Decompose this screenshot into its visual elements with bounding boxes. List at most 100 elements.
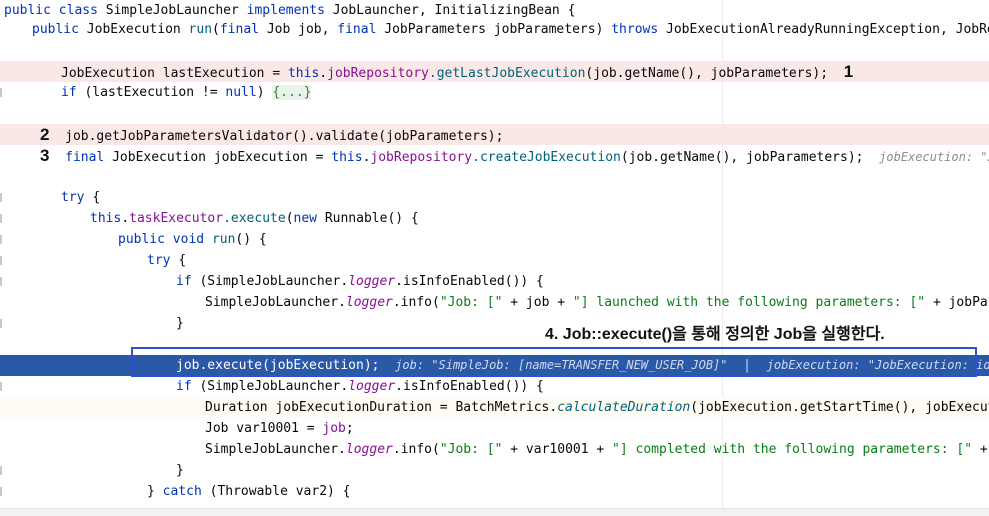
field-name: taskExecutor [129,211,224,226]
keyword: this [331,150,363,165]
method-name: .getLastJobExecution [428,66,586,81]
code-line-1[interactable]: public class SimpleJobLauncher implement… [0,0,989,21]
field-name: jobRepository [370,150,473,165]
gutter-marker [0,487,2,496]
code-line-18[interactable]: SimpleJobLauncher.logger.info("Job: [" +… [0,439,989,460]
gutter-marker [0,235,2,244]
code-line-10[interactable]: try { [0,250,989,271]
code-text: ; [345,421,354,436]
code-line-15[interactable]: if (SimpleJobLauncher.logger.isInfoEnabl… [0,376,989,397]
code-editor[interactable]: public class SimpleJobLauncher implement… [0,0,989,516]
code-text: JobExecution lastExecution = [61,66,281,81]
code-line-11[interactable]: if (SimpleJobLauncher.logger.isInfoEnabl… [0,271,989,292]
code-line-5[interactable]: 2 job.getJobParametersValidator().valida… [0,124,989,145]
code-text: (job.getName(), jobParameters); [620,150,864,165]
code-text: SimpleJobLauncher. [205,295,346,310]
code-text: JobLauncher, InitializingBean { [332,3,576,18]
code-text: (lastExecution != [84,85,218,100]
keyword: public [118,232,165,247]
keyword: new [293,211,317,226]
string-literal: "] launched with the following parameter… [572,295,926,310]
code-text: .isInfoEnabled()) { [395,379,544,394]
method-name: .createJobExecution [472,150,621,165]
string-literal: "] completed with the following paramete… [612,442,973,457]
code-line-7[interactable]: try { [0,187,989,208]
code-text: ( [285,211,294,226]
code-text: .info( [392,442,440,457]
code-line-4[interactable]: if (lastExecution != null) {...} [0,82,989,103]
code-line-20[interactable]: } catch (Throwable var2) { [0,481,989,502]
gutter-marker [0,214,2,223]
code-text: ( [212,22,220,37]
field-name: jobRepository [327,66,429,81]
code-text: } [176,316,184,331]
keyword: try [147,253,171,268]
code-text: } [176,463,184,478]
code-text: .isInfoEnabled()) { [395,274,544,289]
code-text: + var10001 + [510,442,605,457]
code-text: ) [256,85,265,100]
code-line-12[interactable]: SimpleJobLauncher.logger.info("Job: [" +… [0,292,989,313]
code-text: Job var10001 = [205,421,315,436]
execution-highlight-box [131,347,977,377]
code-text: + jobParameters [979,442,988,457]
gutter-marker [0,382,2,391]
keyword: void [172,232,205,247]
code-text: + jobParameters + "]"); [932,295,989,310]
keyword: final [65,150,105,165]
keyword: final [337,22,377,37]
code-text: job.getJobParametersValidator().validate… [65,129,504,144]
field-name: logger [348,379,396,394]
keyword: if [176,274,192,289]
string-literal: "Job: [" [439,442,503,457]
code-text: SimpleJobLauncher. [205,442,346,457]
keyword: final [219,22,259,37]
gutter-marker [0,319,2,328]
method-name: run [211,232,236,247]
code-text: (jobExecution.getStartTime(), jobExecuti… [690,400,989,415]
step-number-3: 3 [40,146,50,165]
code-text: (SimpleJobLauncher. [199,379,349,394]
code-line-6[interactable]: 3 final JobExecution jobExecution = this… [0,145,989,166]
code-text: + job + [510,295,566,310]
code-text: { [92,190,101,205]
keyword: implements [246,3,325,18]
code-line-16[interactable]: Duration jobExecutionDuration = BatchMet… [0,397,989,418]
code-text: Job job, [266,22,330,37]
gutter-marker [0,466,2,475]
field-name: logger [345,442,393,457]
field-name: logger [345,295,393,310]
step-number-2: 2 [40,125,50,144]
code-line-2[interactable]: public JobExecution run(final Job job, f… [0,19,989,40]
code-text: JobExecution [86,22,181,37]
keyword: if [61,85,77,100]
code-text: (Throwable var2) { [209,484,351,499]
folded-code-block[interactable]: {...} [272,85,312,100]
keyword: public [32,22,79,37]
code-text: . [121,211,130,226]
method-name: .execute [223,211,286,226]
keyword: catch [162,484,202,499]
code-text: (SimpleJobLauncher. [199,274,349,289]
code-line-19[interactable]: } [0,460,989,481]
keyword: try [61,190,85,205]
keyword: null [225,85,257,100]
code-text: .info( [392,295,440,310]
gutter-marker [0,193,2,202]
code-line-9[interactable]: public void run() { [0,229,989,250]
code-text: } [147,484,155,499]
code-line-8[interactable]: this.taskExecutor.execute(new Runnable()… [0,208,989,229]
code-text: () { [235,232,267,247]
keyword: this [90,211,122,226]
string-literal: "Job: [" [439,295,503,310]
keyword: class [58,3,98,18]
field-name: logger [348,274,396,289]
code-line-17[interactable]: Job var10001 = job; [0,418,989,439]
method-name: calculateDuration [557,400,691,415]
gutter-marker [0,277,2,286]
keyword: public [4,3,51,18]
class-name: SimpleJobLauncher [105,3,239,18]
gutter-marker [0,256,2,265]
code-line-3[interactable]: JobExecution lastExecution = this.jobRep… [0,61,989,82]
code-text: JobParameters jobParameters) [384,22,604,37]
